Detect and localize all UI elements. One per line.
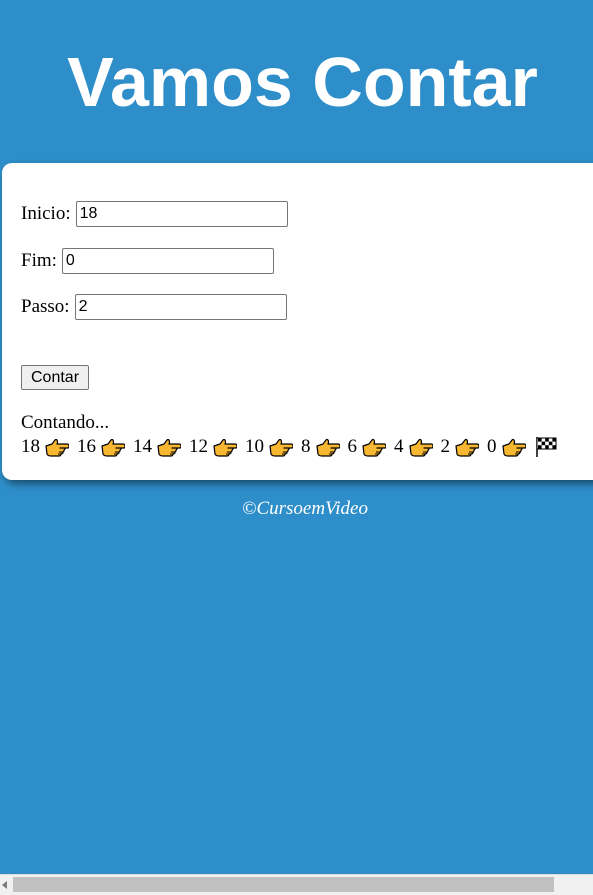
fim-label: Fim: <box>21 250 57 271</box>
fim-input[interactable]: 0 <box>61 248 274 274</box>
scroll-left-icon[interactable] <box>2 881 7 889</box>
count-number: 18 <box>21 436 40 457</box>
count-number: 10 <box>245 436 264 457</box>
pointing-hand-icon <box>45 437 70 457</box>
pointing-hand-icon <box>157 437 182 457</box>
result-area: Contando... 18 16 14 12 10 8 6 4 2 0 <box>21 411 558 459</box>
count-number: 2 <box>440 436 451 457</box>
pointing-hand-icon <box>362 437 387 457</box>
inicio-label: Inicio: <box>21 203 71 224</box>
count-number: 14 <box>133 436 152 457</box>
horizontal-scrollbar[interactable] <box>0 874 593 895</box>
inicio-row: Inicio: 18 <box>21 201 288 227</box>
pointing-hand-icon <box>269 437 294 457</box>
page-title: Vamos Contar <box>67 43 538 121</box>
contar-button[interactable]: Contar <box>21 365 90 390</box>
count-number: 4 <box>394 436 404 457</box>
pointing-hand-icon <box>501 437 527 457</box>
checkered-flag-icon <box>534 436 558 458</box>
pointing-hand-icon <box>315 437 341 457</box>
footer-credit: ©CursoemVideo <box>242 498 368 519</box>
passo-row: Passo: 2 <box>21 294 287 320</box>
count-sequence: 18 16 14 12 10 8 6 4 2 0 <box>21 435 558 459</box>
count-number: 6 <box>347 436 358 457</box>
page-header: Vamos Contar <box>0 0 593 160</box>
pointing-hand-icon <box>408 437 434 457</box>
counter-card: Inicio: 18 Fim: 0 Passo: 2 Contar Contan… <box>2 163 593 480</box>
count-number: 12 <box>189 436 208 457</box>
pointing-hand-icon <box>101 437 126 457</box>
pointing-hand-icon <box>455 437 480 457</box>
count-number: 8 <box>301 436 311 457</box>
passo-label: Passo: <box>21 296 70 317</box>
inicio-input[interactable]: 18 <box>75 201 288 227</box>
pointing-hand-icon <box>213 437 238 457</box>
scrollbar-thumb[interactable] <box>13 877 554 892</box>
count-number: 0 <box>487 436 497 457</box>
passo-input[interactable]: 2 <box>74 294 287 320</box>
count-number: 16 <box>77 436 96 457</box>
status-text: Contando... <box>21 412 110 433</box>
fim-row: Fim: 0 <box>21 248 274 274</box>
